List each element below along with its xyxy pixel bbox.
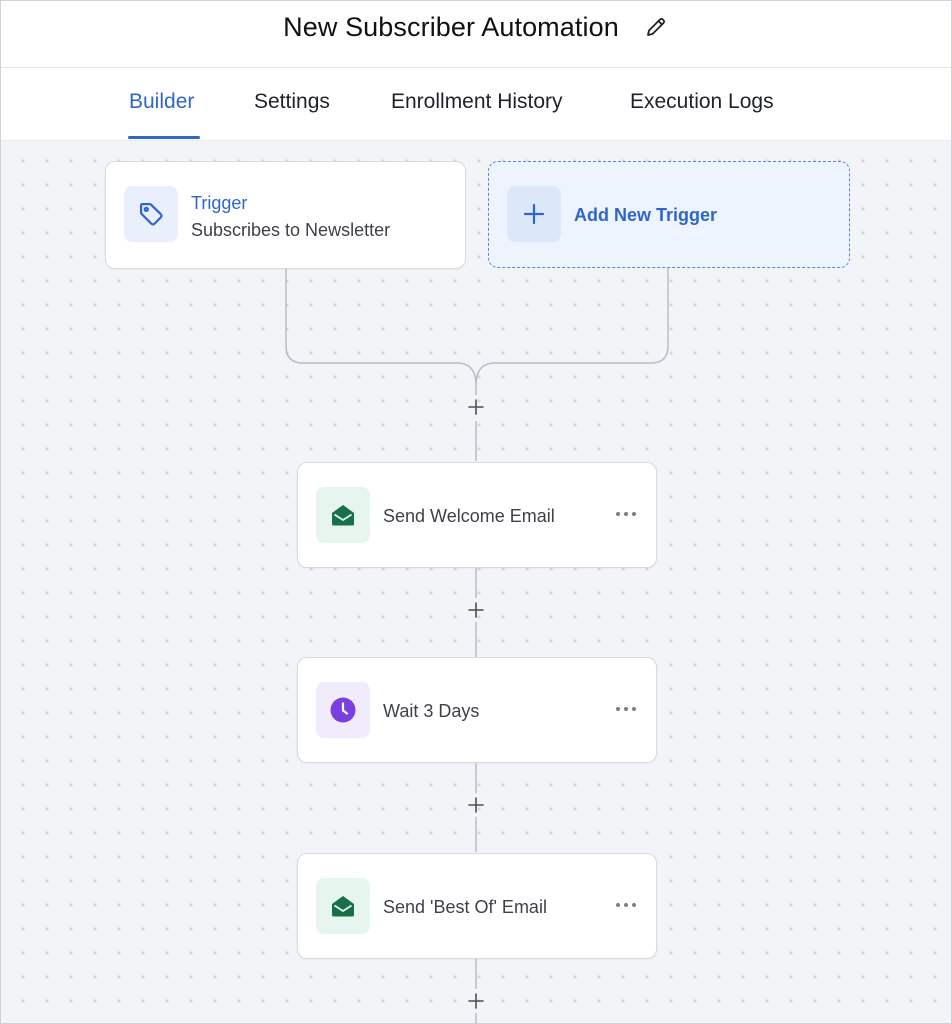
more-options-icon[interactable] [614, 698, 638, 720]
add-new-trigger-button[interactable]: Add New Trigger [488, 161, 850, 268]
clock-icon [316, 682, 370, 738]
add-step-plus-icon[interactable] [464, 598, 488, 622]
add-new-trigger-label: Add New Trigger [574, 205, 718, 225]
tab-builder[interactable]: Builder [129, 90, 194, 114]
header: New Subscriber Automation [1, 1, 951, 68]
step-card-send-welcome-email[interactable]: Send Welcome Email [297, 462, 657, 568]
page-title: New Subscriber Automation [283, 11, 619, 42]
add-step-plus-icon[interactable] [464, 989, 488, 1013]
step-label: Send Welcome Email [383, 506, 555, 526]
plus-icon [507, 186, 561, 242]
active-tab-indicator [128, 136, 200, 139]
tab-enrollment-history[interactable]: Enrollment History [391, 90, 563, 114]
step-label: Send 'Best Of' Email [383, 897, 547, 917]
envelope-open-icon [316, 487, 370, 543]
trigger-card[interactable]: Trigger Subscribes to Newsletter [105, 161, 466, 269]
tab-settings[interactable]: Settings [254, 90, 330, 114]
add-step-plus-icon[interactable] [464, 793, 488, 817]
trigger-title: Trigger [191, 193, 248, 213]
step-label: Wait 3 Days [383, 701, 480, 721]
trigger-subtitle: Subscribes to Newsletter [191, 220, 391, 240]
step-card-wait-3-days[interactable]: Wait 3 Days [297, 657, 657, 763]
workflow-canvas[interactable]: Trigger Subscribes to Newsletter Add New… [1, 141, 951, 1023]
pencil-icon[interactable] [643, 14, 669, 40]
step-card-send-best-of-email[interactable]: Send 'Best Of' Email [297, 853, 657, 959]
title-bar: New Subscriber Automation [1, 9, 951, 45]
more-options-icon[interactable] [614, 503, 638, 525]
tag-icon [124, 186, 178, 242]
app-window: New Subscriber Automation Builder Settin… [0, 0, 952, 1024]
more-options-icon[interactable] [614, 894, 638, 916]
envelope-open-icon [316, 878, 370, 934]
tab-bar: Builder Settings Enrollment History Exec… [1, 68, 951, 141]
tab-execution-logs[interactable]: Execution Logs [630, 90, 774, 114]
add-step-plus-icon[interactable] [464, 395, 488, 419]
